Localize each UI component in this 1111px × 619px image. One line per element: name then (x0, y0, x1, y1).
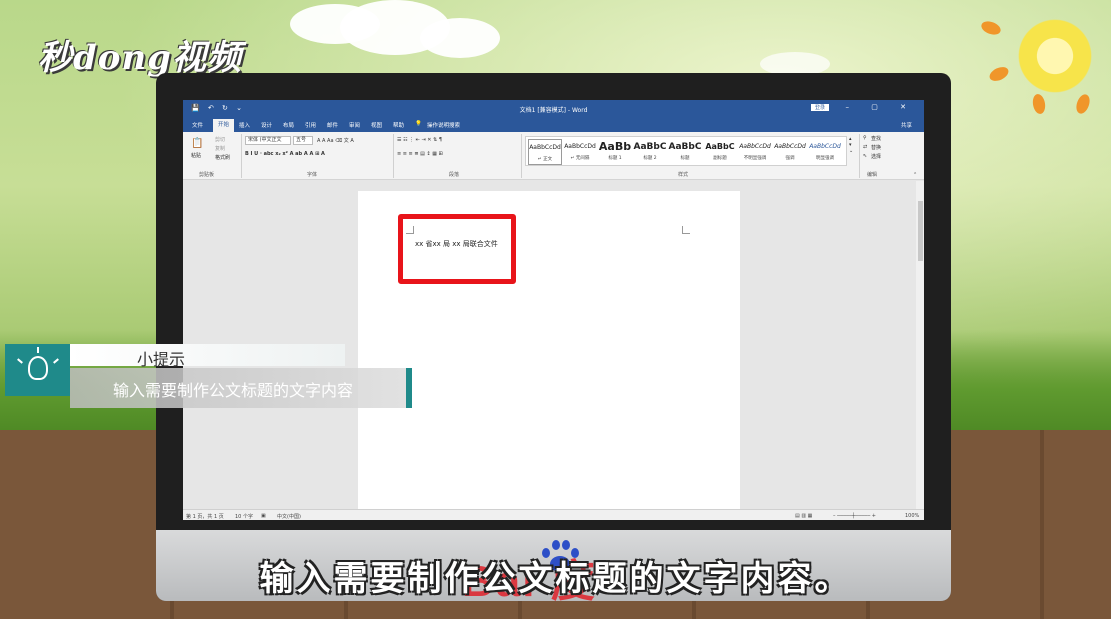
tab-insert[interactable]: 插入 (239, 121, 250, 129)
tip-title-bar: 小提示 (70, 344, 345, 369)
group-label-paragraph: 段落 (449, 172, 460, 178)
style-emphasis[interactable]: AaBbCcDd 强调 (773, 139, 807, 165)
style-subtle-emphasis[interactable]: AaBbCcDd 不明显强调 (738, 139, 772, 165)
style-normal[interactable]: AaBbCcDd ↵ 正文 (528, 139, 562, 165)
video-subtitle: 输入需要制作公文标题的文字内容。 (259, 559, 852, 599)
group-label-styles: 样式 (678, 172, 689, 178)
word-window: 💾 ↶ ↻ ⌄ 文档1 [兼容模式] - Word 登录 ▭ – ▢ ✕ 文件 … (183, 100, 924, 520)
style-heading-2[interactable]: AaBbC 标题 2 (633, 139, 667, 165)
group-divider (241, 134, 242, 178)
style-no-spacing[interactable]: AaBbCcDd ↵ 无间隔 (563, 139, 597, 165)
paste-icon[interactable]: 📋 (191, 138, 203, 149)
highlight-box (398, 214, 516, 284)
tip-body: 输入需要制作公文标题的文字内容 (113, 381, 354, 400)
tab-review[interactable]: 审阅 (349, 121, 360, 129)
tip-icon-box (5, 344, 70, 396)
tell-me-search[interactable]: 操作说明搜索 (427, 121, 460, 129)
group-label-editing: 编辑 (867, 172, 878, 178)
collapse-ribbon-icon[interactable]: ⌃ (913, 172, 917, 178)
lightbulb-ray (53, 358, 59, 364)
font-size-select[interactable]: 五号 (293, 136, 313, 145)
lightbulb-icon (28, 356, 48, 380)
replace-button[interactable]: 替换 (871, 144, 881, 151)
group-divider (859, 134, 860, 178)
tip-title: 小提示 (137, 350, 186, 369)
tab-design[interactable]: 设计 (261, 121, 272, 129)
site-logo: 秒dong视频 (38, 38, 242, 78)
lightbulb-ray (17, 358, 23, 364)
sun-icon (1013, 14, 1097, 98)
select-button[interactable]: 选择 (871, 153, 881, 160)
scrollbar-thumb[interactable] (918, 201, 923, 261)
group-divider (393, 134, 394, 178)
tab-home[interactable]: 开始 (213, 119, 235, 132)
lightbulb-ray (37, 347, 39, 353)
font-name-select[interactable]: 宋体 (中文正文 (245, 136, 291, 145)
status-words[interactable]: 10 个字 (235, 513, 253, 520)
find-button[interactable]: 查找 (871, 135, 881, 142)
cloud (420, 18, 500, 58)
alignment-buttons[interactable]: ≡ ≡ ≡ ≣ ▤ ↕ ▦ ⊞ (397, 151, 443, 157)
vertical-scrollbar[interactable] (916, 181, 924, 509)
style-intense-emphasis[interactable]: AaBbCcDd 明显强调 (808, 139, 842, 165)
paste-button[interactable]: 粘贴 (191, 152, 201, 159)
tab-file[interactable]: 文件 (192, 121, 203, 129)
title-bar: 💾 ↶ ↻ ⌄ 文档1 [兼容模式] - Word 登录 ▭ – ▢ ✕ (183, 100, 924, 118)
lightbulb-icon: 💡 (415, 121, 422, 127)
status-zoom[interactable]: 100% (905, 513, 919, 519)
cut-button[interactable]: 剪切 (215, 136, 225, 143)
group-label-font: 字体 (307, 172, 318, 178)
styles-gallery: AaBbCcDd ↵ 正文 AaBbCcDd ↵ 无间隔 AaBb 标题 1 AaBb… (525, 136, 847, 166)
replace-icon: ⇄ (863, 144, 868, 150)
styles-scroll-icon[interactable]: ▴ ▾ ⌄ (849, 136, 853, 154)
window-controls[interactable]: ▭ – ▢ ✕ (817, 103, 916, 111)
view-buttons[interactable]: ▤ ▥ ▦ (795, 513, 812, 519)
margin-mark (682, 226, 690, 234)
tab-help[interactable]: 帮助 (393, 121, 404, 129)
ribbon-tabs: 文件 开始 插入 设计 布局 引用 邮件 审阅 视图 帮助 💡 操作说明搜索 共… (183, 118, 924, 132)
select-icon: ⇖ (863, 153, 868, 159)
ribbon-home: 📋 粘贴 剪切 复制 格式刷 剪贴板 宋体 (中文正文 五号 A A Aa ⌫ … (183, 132, 924, 180)
proofing-icon[interactable]: ▣ (261, 513, 266, 519)
tab-view[interactable]: 视图 (371, 121, 382, 129)
style-heading-1[interactable]: AaBb 标题 1 (598, 139, 632, 165)
font-format-buttons[interactable]: B I U · abc x₂ x² A ab A A ⊞ A (245, 151, 325, 157)
group-divider (521, 134, 522, 178)
format-painter-button[interactable]: 格式刷 (215, 154, 230, 161)
status-bar: 第 1 页，共 1 页 10 个字 ▣ 中文(中国) ▤ ▥ ▦ – ─────… (183, 509, 924, 520)
zoom-slider[interactable]: – ─────┼───── + (833, 513, 876, 519)
status-language[interactable]: 中文(中国) (277, 513, 301, 520)
tab-references[interactable]: 引用 (305, 121, 316, 129)
font-grow-shrink-buttons[interactable]: A A Aa ⌫ 文 A (317, 137, 354, 144)
style-subtitle[interactable]: AaBbC 副标题 (703, 139, 737, 165)
tab-layout[interactable]: 布局 (283, 121, 294, 129)
search-icon: ⚲ (863, 135, 867, 141)
list-buttons[interactable]: ☰ ☷ ⋮ ⇤ ⇥ ✕ ⇅ ¶ (397, 137, 442, 143)
style-title[interactable]: AaBbC 标题 (668, 139, 702, 165)
copy-button[interactable]: 复制 (215, 145, 225, 152)
status-page[interactable]: 第 1 页，共 1 页 (186, 513, 224, 520)
share-button[interactable]: 共享 (901, 121, 912, 129)
group-label-clipboard: 剪贴板 (199, 172, 215, 178)
tab-mailings[interactable]: 邮件 (327, 121, 338, 129)
tip-body-bar: 输入需要制作公文标题的文字内容 (70, 368, 412, 408)
